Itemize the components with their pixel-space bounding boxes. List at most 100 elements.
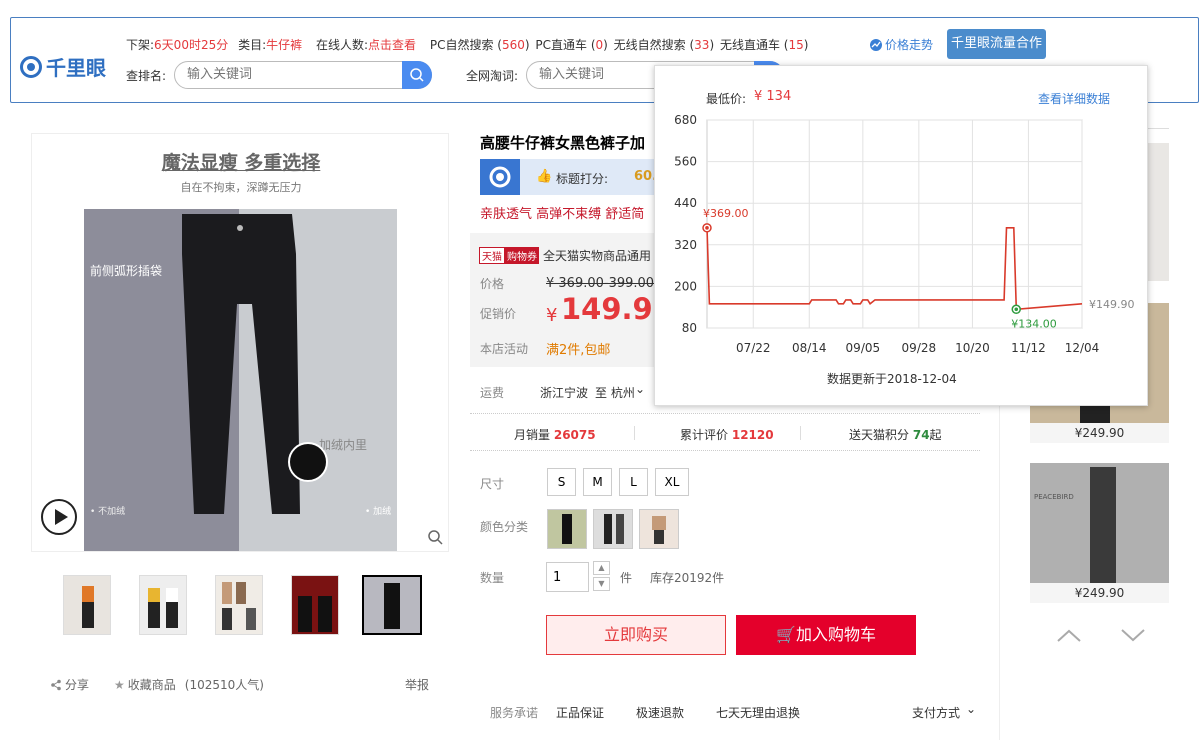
eye-icon: [489, 166, 511, 188]
color-swatch-3[interactable]: [639, 509, 679, 549]
callout-pocket: 前侧弧形插袋: [90, 264, 163, 278]
total-reviews[interactable]: 累计评价 12120: [680, 426, 774, 443]
chevron-down-icon: ⌄: [966, 702, 977, 716]
size-option-xl[interactable]: XL: [655, 468, 689, 496]
divider: [800, 426, 801, 440]
recommend-price-2: ¥249.90: [1030, 583, 1169, 603]
service-item-refund[interactable]: 极速退款: [636, 704, 684, 721]
thumbnail-3[interactable]: [215, 575, 263, 635]
rank-search-input[interactable]: [187, 67, 387, 82]
share-link[interactable]: 分享: [50, 676, 89, 693]
min-price-label: ¥134.00: [1011, 317, 1056, 330]
size-option-m[interactable]: M: [583, 468, 612, 496]
reviews-value: 12120: [731, 428, 774, 442]
service-label: 服务承诺: [490, 706, 539, 720]
eye-logo-icon: [20, 55, 42, 78]
logo-text: 千里眼: [46, 56, 106, 80]
web-term-label: 全网淘词:: [466, 69, 519, 83]
thumb-image: [82, 586, 94, 628]
quantity-unit: 件: [620, 571, 633, 585]
share-label: 分享: [65, 678, 90, 692]
image-subline: 自在不拘束，深蹲无压力: [180, 181, 302, 194]
online-value-link[interactable]: 点击查看: [368, 38, 416, 52]
thumb-image: [148, 588, 178, 628]
pc-natural-value[interactable]: 560: [502, 38, 525, 52]
activity-value[interactable]: 满2件,包邮: [546, 339, 610, 358]
recommend-item-3[interactable]: PEACEBIRD: [1030, 463, 1169, 583]
quantity-increase-button[interactable]: ▲: [593, 561, 610, 575]
monthly-label: 月销量: [514, 428, 551, 442]
promo-coupon[interactable]: 天猫 购物券 全天猫实物商品通用: [479, 247, 651, 264]
pc-direct-label: PC直通车 (: [535, 38, 596, 52]
share-icon: [51, 679, 61, 690]
original-price: ¥ 369.00-399.00: [546, 276, 655, 291]
zoom-icon[interactable]: [426, 528, 444, 546]
points-value: 74: [912, 428, 930, 442]
service-item-genuine[interactable]: 正品保证: [556, 704, 604, 721]
thumb-image: [298, 596, 332, 632]
wireless-natural-value[interactable]: 33: [694, 38, 709, 52]
size-option-s[interactable]: S: [547, 468, 576, 496]
quantity-label: 数量: [480, 571, 505, 585]
x-tick-label: 09/05: [846, 341, 881, 355]
tmall-points: 送天猫积分 74起: [849, 426, 942, 443]
chevron-down-icon: ⌄: [635, 382, 646, 396]
color-swatch-2[interactable]: [593, 509, 633, 549]
online-label: 在线人数:: [315, 38, 368, 52]
pc-direct-value[interactable]: 0: [596, 38, 604, 52]
star-icon: ★: [114, 677, 125, 692]
recommend-price-1: ¥249.90: [1030, 423, 1169, 443]
lining-detail-circle: [288, 442, 328, 482]
service-item-return[interactable]: 七天无理由退换: [716, 704, 800, 721]
paren: ): [524, 38, 530, 52]
monthly-value: 26075: [553, 428, 596, 442]
favorite-link[interactable]: ★ 收藏商品 (102510人气): [114, 676, 264, 693]
swatch-image: [604, 514, 624, 544]
thumbnail-4[interactable]: [291, 575, 339, 635]
x-tick-label: 08/14: [792, 341, 827, 355]
play-video-icon[interactable]: [40, 498, 78, 536]
shipping-to-select[interactable]: 至 杭州: [595, 384, 635, 401]
promo-price-label: 促销价: [480, 307, 517, 321]
lowest-price-value: ¥ 134: [754, 89, 792, 104]
buy-now-button[interactable]: 立即购买: [546, 615, 726, 655]
quantity-decrease-button[interactable]: ▼: [593, 577, 610, 591]
color-swatch-1[interactable]: [547, 509, 587, 549]
product-tags: 亲肤透气 高弹不束缚 舒适简: [480, 207, 645, 222]
price-trend-label: 价格走势: [885, 38, 934, 52]
payment-method-dropdown[interactable]: 支付方式: [912, 704, 960, 721]
thumbnail-2[interactable]: [139, 575, 187, 635]
thumbnail-5-selected[interactable]: [362, 575, 422, 635]
lowest-price-label: 最低价:: [706, 92, 747, 106]
qianliyan-logo[interactable]: 千里眼: [20, 52, 106, 81]
thumb-image: [222, 582, 256, 630]
traffic-coop-button[interactable]: 千里眼流量合作: [947, 29, 1046, 59]
image-header: 魔法显瘦 多重选择 自在不拘束，深蹲无压力: [32, 134, 448, 214]
recommend-image: [1090, 467, 1116, 583]
price-trend-link[interactable]: 价格走势: [869, 36, 933, 53]
quantity-input[interactable]: [546, 562, 589, 592]
swatch-image: [562, 514, 572, 544]
pc-natural-label: PC自然搜索 (: [429, 38, 502, 52]
detail-data-link[interactable]: 查看详细数据: [1038, 90, 1110, 107]
size-option-l[interactable]: L: [619, 468, 648, 496]
trend-icon: [870, 38, 882, 51]
y-tick-label: 200: [674, 279, 697, 293]
chevron-down-icon[interactable]: [1120, 626, 1146, 644]
brand-watermark: PEACEBIRD: [1034, 493, 1074, 501]
shipping-label: 运费: [480, 386, 505, 400]
main-product-image[interactable]: 魔法显瘦 多重选择 自在不拘束，深蹲无压力 前侧弧形插袋 加绒内里 • 不加绒 …: [31, 133, 449, 552]
wireless-direct-value[interactable]: 15: [788, 38, 803, 52]
max-price-point-dot: [705, 226, 709, 230]
category-value: 牛仔裤: [266, 38, 303, 52]
activity-label: 本店活动: [480, 342, 529, 356]
report-link[interactable]: 举报: [405, 676, 429, 693]
thumb-up-icon: 👍: [536, 169, 553, 184]
title-score-label: 标题打分:: [556, 172, 609, 186]
chevron-up-icon[interactable]: [1056, 626, 1082, 644]
rank-search-button[interactable]: [402, 61, 432, 89]
add-to-cart-button[interactable]: 🛒加入购物车: [736, 615, 916, 655]
paren: ): [603, 38, 608, 52]
fleece-note: • 加绒: [365, 507, 392, 517]
thumbnail-1[interactable]: [63, 575, 111, 635]
